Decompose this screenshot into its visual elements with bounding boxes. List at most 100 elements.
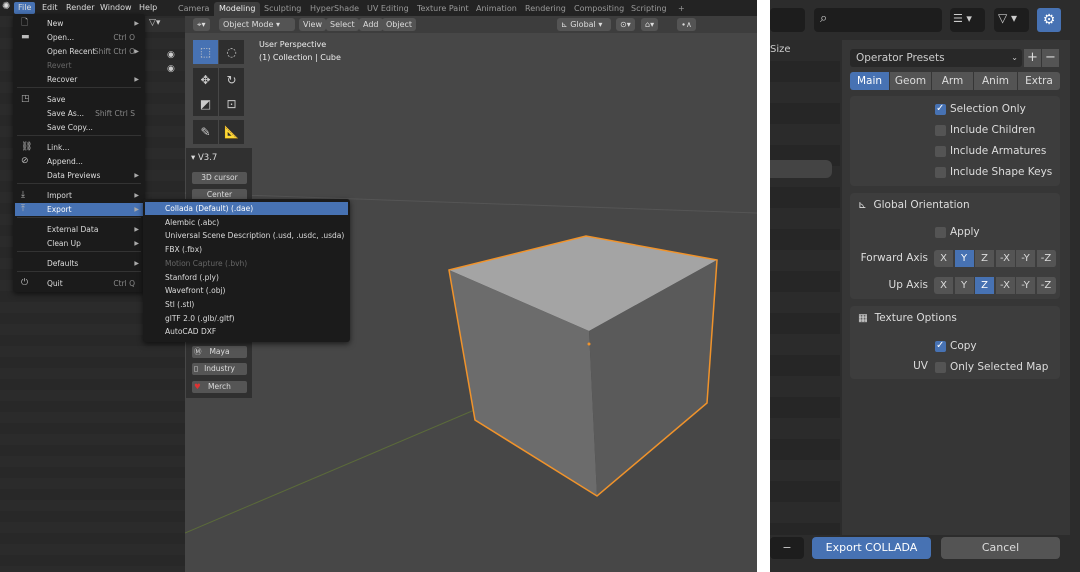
file-menu-item[interactable]: External Data ▶	[15, 223, 143, 236]
export-format-item[interactable]: Universal Scene Description (.usd, .usdc…	[145, 229, 348, 242]
include-children-checkbox[interactable]: Include Children	[935, 123, 1035, 137]
file-menu-item[interactable]: Save As... Shift Ctrl S	[15, 107, 143, 120]
snap-dropdown[interactable]: ⌂▾	[641, 18, 659, 31]
select-box-tool[interactable]: ⬚	[193, 40, 218, 64]
settings-gear-button[interactable]: ⚙	[1037, 8, 1061, 32]
workspace-tab[interactable]: Rendering	[520, 2, 571, 16]
maya-button[interactable]: Ⓜ Maya	[192, 346, 247, 358]
forward-axis-option[interactable]: Z	[975, 250, 995, 267]
up-axis-option[interactable]: Y	[954, 277, 975, 294]
file-menu-item[interactable]: Clean Up ▶	[15, 237, 143, 250]
outliner-filter-button[interactable]: ▽▾	[145, 18, 185, 32]
move-tool[interactable]: ✥	[193, 68, 218, 92]
up-axis-option[interactable]: Z	[975, 277, 995, 294]
file-menu-item[interactable]: ⊘ Append...	[15, 155, 143, 168]
workspace-tab[interactable]: +	[673, 2, 690, 16]
menu-file[interactable]: File	[14, 2, 36, 14]
rotate-tool[interactable]: ↻	[219, 68, 244, 92]
path-field[interactable]	[770, 8, 805, 32]
copy-checkbox[interactable]: Copy	[935, 339, 977, 353]
workspace-tab[interactable]: Scripting	[626, 2, 672, 16]
select-menu[interactable]: Select	[326, 18, 359, 31]
workspace-tab[interactable]: Modeling	[214, 2, 261, 16]
tab-extra[interactable]: Extra	[1018, 72, 1060, 90]
object-menu[interactable]: Object	[382, 18, 417, 31]
file-list[interactable]: Size	[770, 40, 840, 535]
measure-tool[interactable]: 📐	[219, 120, 244, 144]
export-format-item[interactable]: Motion Capture (.bvh)	[145, 257, 348, 270]
merch-button[interactable]: ♥ Merch	[192, 381, 247, 393]
file-menu-item[interactable]: Defaults ▶	[15, 257, 143, 270]
file-menu-item[interactable]: Open Recent Shift Ctrl O ▶	[15, 45, 143, 58]
forward-axis-option[interactable]: X	[934, 250, 954, 267]
selection-only-checkbox[interactable]: Selection Only	[935, 102, 1026, 116]
forward-axis-option[interactable]: -X	[995, 250, 1016, 267]
export-format-item[interactable]: Wavefront (.obj)	[145, 284, 348, 297]
file-menu-item[interactable]: Revert	[15, 59, 143, 72]
file-menu-item[interactable]: ▬ Open... Ctrl O	[15, 31, 143, 44]
texture-options-header[interactable]: ▦ Texture Options	[858, 312, 957, 324]
file-menu-item[interactable]: ◳ Save	[15, 93, 143, 106]
export-format-item[interactable]: FBX (.fbx)	[145, 243, 348, 256]
up-axis-option[interactable]: -X	[995, 277, 1016, 294]
cursor-tool[interactable]: ◌	[219, 40, 244, 64]
mode-dropdown[interactable]: Object Mode ▾	[219, 18, 295, 31]
scale-tool[interactable]: ◩	[193, 92, 218, 116]
workspace-tab[interactable]: Animation	[471, 2, 522, 16]
tab-anim[interactable]: Anim	[974, 72, 1017, 90]
include-shape-keys-checkbox[interactable]: Include Shape Keys	[935, 165, 1052, 179]
up-axis-option[interactable]: -Z	[1036, 277, 1057, 294]
file-menu-item[interactable]: Data Previews ▶	[15, 169, 143, 182]
export-format-item[interactable]: Stanford (.ply)	[145, 271, 348, 284]
decrement-button[interactable]: −	[770, 537, 804, 559]
menu-window[interactable]: Window	[96, 2, 136, 14]
visibility-eye-icon[interactable]: ◉	[167, 50, 175, 60]
file-menu-item[interactable]: ⏻ Quit Ctrl Q	[15, 277, 143, 290]
menu-edit[interactable]: Edit	[38, 2, 62, 14]
workspace-tab[interactable]: Texture Paint	[412, 2, 474, 16]
transform-tool[interactable]: ⊡	[219, 92, 244, 116]
proportional-edit-toggle[interactable]: ∙∧	[677, 18, 696, 31]
tab-arm[interactable]: Arm	[932, 72, 973, 90]
search-field[interactable]: ⌕	[814, 8, 942, 32]
apply-checkbox[interactable]: Apply	[935, 225, 980, 239]
export-format-item[interactable]: Stl (.stl)	[145, 298, 348, 311]
file-menu-item[interactable]: ⤒ Export ▶	[15, 203, 143, 216]
view-menu[interactable]: View	[299, 18, 326, 31]
size-column-header[interactable]: Size	[770, 44, 791, 55]
global-orientation-header[interactable]: ⊾ Global Orientation	[858, 199, 970, 211]
file-menu-item[interactable]: Save Copy...	[15, 121, 143, 134]
workspace-tab[interactable]: UV Editing	[362, 2, 414, 16]
industry-button[interactable]: ▯ Industry	[192, 363, 247, 375]
editor-type-button[interactable]: ⌖▾	[193, 18, 210, 31]
blender-logo-icon[interactable]: ✺	[2, 1, 10, 12]
operator-presets-dropdown[interactable]: Operator Presets ⌄	[850, 49, 1022, 67]
annotate-tool[interactable]: ✎	[193, 120, 218, 144]
file-menu-item[interactable]: ⤓ Import ▶	[15, 189, 143, 202]
forward-axis-option[interactable]: Y	[954, 250, 975, 267]
forward-axis-option[interactable]: -Z	[1036, 250, 1057, 267]
include-armatures-checkbox[interactable]: Include Armatures	[935, 144, 1046, 158]
export-format-item[interactable]: Alembic (.abc)	[145, 216, 348, 229]
3d-cursor-button[interactable]: 3D cursor	[192, 172, 247, 184]
menu-help[interactable]: Help	[135, 2, 161, 14]
export-format-item[interactable]: Collada (Default) (.dae)	[145, 202, 348, 215]
file-menu-item[interactable]: Recover ▶	[15, 73, 143, 86]
menu-render[interactable]: Render	[62, 2, 98, 14]
file-menu-item[interactable]: ⛓ Link...	[15, 141, 143, 154]
tab-geom[interactable]: Geom	[890, 72, 931, 90]
add-preset-button[interactable]: +	[1024, 49, 1041, 67]
add-menu[interactable]: Add	[359, 18, 383, 31]
export-format-item[interactable]: AutoCAD DXF	[145, 325, 348, 338]
workspace-tab[interactable]: Camera	[173, 2, 214, 16]
workspace-tab[interactable]: HyperShade	[305, 2, 364, 16]
visibility-eye-icon[interactable]: ◉	[167, 64, 175, 74]
remove-preset-button[interactable]: −	[1042, 49, 1059, 67]
up-axis-option[interactable]: X	[934, 277, 954, 294]
forward-axis-option[interactable]: -Y	[1016, 250, 1036, 267]
file-menu-item[interactable]: 🗋 New ▶	[15, 17, 143, 30]
tab-main[interactable]: Main	[850, 72, 889, 90]
orientation-dropdown[interactable]: ⊾ Global ▾	[557, 18, 611, 31]
workspace-tab[interactable]: Sculpting	[259, 2, 306, 16]
export-format-item[interactable]: glTF 2.0 (.glb/.gltf)	[145, 312, 348, 325]
